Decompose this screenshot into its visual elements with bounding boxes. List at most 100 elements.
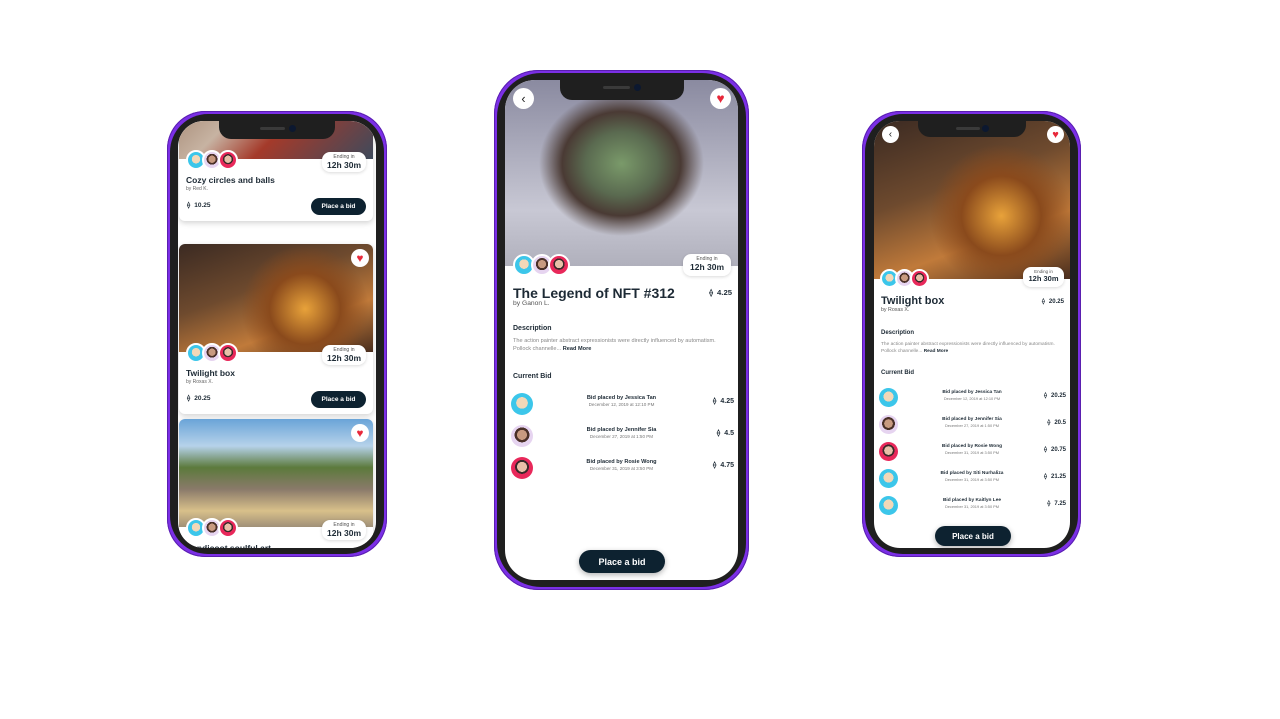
bid-date: December 31, 2019 at 3:50 PM [944,503,1000,509]
current-bid-heading: Current Bid [513,373,552,380]
card-title: Cozy circles and balls [186,175,275,185]
ethereum-icon: ⟠ [187,202,191,209]
heart-icon: ♥ [716,91,725,106]
heart-icon: ♥ [356,251,364,265]
favorite-button[interactable]: ♥ [710,88,731,109]
ethereum-icon: ⟠ [712,462,717,470]
ethereum-icon: ⟠ [716,430,721,438]
read-more-link[interactable]: Read More [924,349,949,354]
bid-amount-value: 4.75 [720,462,734,470]
ending-time: 12h 30m [689,262,725,272]
ending-time: 12h 30m [326,353,362,363]
bid-date: December 27, 2019 at 1:50 PM [944,422,1000,428]
back-button[interactable]: ‹ [513,88,534,109]
ending-time: 12h 30m [326,160,362,170]
current-bid-heading: Current Bid [881,370,914,376]
price: ⟠ 20.25 [1042,298,1064,305]
ending-badge: Ending in 12h 30m [322,152,366,172]
bid-date: December 31, 2019 at 3:50 PM [589,466,654,472]
bidder-name: Bid placed by Jessica Tan [942,389,1002,395]
price-value: 10.25 [194,202,211,209]
nft-image [179,244,373,352]
place-bid-button[interactable]: Place a bid [311,391,366,408]
bid-date: December 31, 2019 at 3:50 PM [944,449,1000,455]
bid-date: December 12, 2019 at 12:10 PM [588,402,655,408]
description-heading: Description [881,330,915,336]
heart-icon: ♥ [1052,128,1059,141]
nft-card[interactable]: ♥ Ending in 12h 30m Bandicoot soulful art [179,419,373,548]
ethereum-icon: ⟠ [1041,299,1045,305]
price: ⟠ 4.25 [709,288,732,297]
nft-title: Twilight box [881,295,945,307]
bid-date: December 12, 2019 at 12:10 PM [943,395,1001,401]
phone-list: Ending in 12h 30m Cozy circles and balls by… [167,111,387,557]
ethereum-icon: ⟠ [1047,500,1051,507]
camera-icon [634,84,642,91]
nft-title: The Legend of NFT #312 [513,285,675,301]
bid-date: December 31, 2019 at 3:50 PM [944,476,1000,482]
nft-author: by Roxas X. [881,307,910,313]
camera-icon [982,125,990,132]
bid-amount: ⟠ 4.75 [713,461,734,469]
bid-amount: ⟠ 20.5 [1047,419,1066,426]
nft-image [874,121,1070,279]
bid-row: Bid placed by Jessica Tan December 12, 20… [505,393,738,415]
description-body: The action painter abstract expressionis… [881,342,1055,355]
ending-time: 12h 30m [1028,274,1059,283]
ethereum-icon: ⟠ [1044,473,1047,480]
bid-amount-value: 21.25 [1050,473,1066,480]
description-text: The action painter abstract expressionis… [881,341,1063,355]
ethereum-icon: ⟠ [712,398,717,406]
card-title: Twilight box [186,368,235,378]
place-bid-button[interactable]: Place a bid [935,526,1011,546]
price: ⟠ 20.25 [187,394,211,402]
bidder-name: Bid placed by Jennifer Sia [942,416,1002,422]
bid-row: Bid placed by Kaitlyn Lee December 31, 20… [874,496,1070,515]
bid-amount: ⟠ 21.25 [1044,473,1066,480]
price-value: 4.25 [717,288,732,297]
bid-amount-value: 4.5 [724,430,734,438]
avatar [548,254,571,276]
camera-icon [288,125,296,132]
avatar [218,518,238,538]
heart-icon: ♥ [356,426,364,440]
bid-amount-value: 20.75 [1050,446,1066,453]
list-screen: Ending in 12h 30m Cozy circles and balls by… [178,121,376,548]
favorite-button[interactable]: ♥ [351,424,369,442]
avatar [218,343,238,363]
detail-screen: ‹ ♥ Ending in 12h 30m Twilight box by Roxas X… [874,121,1070,548]
bidder-name: Bid placed by Rosie Wong [941,443,1003,449]
bid-amount-value: 7.25 [1054,500,1066,507]
bid-amount: ⟠ 20.25 [1044,392,1066,399]
ending-badge: Ending in 12h 30m [1023,267,1064,287]
bidder-name: Bid placed by Siti Nurhaliza [940,470,1004,476]
price-value: 20.25 [1048,299,1064,305]
ending-badge: Ending in 12h 30m [322,520,366,540]
place-bid-button[interactable]: Place a bid [579,550,665,573]
bid-row: Bid placed by Rosie Wong December 31, 201… [505,457,738,479]
favorite-button[interactable]: ♥ [351,249,369,267]
favorite-button[interactable]: ♥ [1047,126,1064,143]
detail-screen: ‹ ♥ Ending in 12h 30m The Legend of NFT #312… [505,80,738,580]
bid-amount-value: 20.5 [1054,419,1066,426]
bid-amount: ⟠ 20.75 [1044,446,1066,453]
bid-amount-value: 20.25 [1050,392,1066,399]
bid-row: Bid placed by Jennifer Sia December 27, 2… [505,425,738,447]
place-bid-button[interactable]: Place a bid [311,198,366,215]
price: ⟠ 10.25 [187,201,211,209]
ending-badge: Ending in 12h 30m [322,345,366,365]
nft-author: by Ganon L. [513,300,550,307]
card-author: by Roxas X. [186,379,213,385]
nft-image [179,419,373,527]
back-button[interactable]: ‹ [882,126,899,143]
bid-date: December 27, 2019 at 1:50 PM [589,434,654,440]
nft-card[interactable]: ♥ Ending in 12h 30m Twilight box by Roxas X.… [179,244,373,414]
bid-row: Bid placed by Jennifer Sia December 27, 2… [874,415,1070,434]
ethereum-icon: ⟠ [1044,446,1047,453]
nft-image [505,80,738,266]
description-text: The action painter abstract expressionis… [513,337,730,354]
bid-amount: ⟠ 4.25 [713,397,734,405]
read-more-link[interactable]: Read More [563,346,592,352]
bidder-name: Bid placed by Jessica Tan [586,395,657,402]
bid-row: Bid placed by Rosie Wong December 31, 201… [874,442,1070,461]
